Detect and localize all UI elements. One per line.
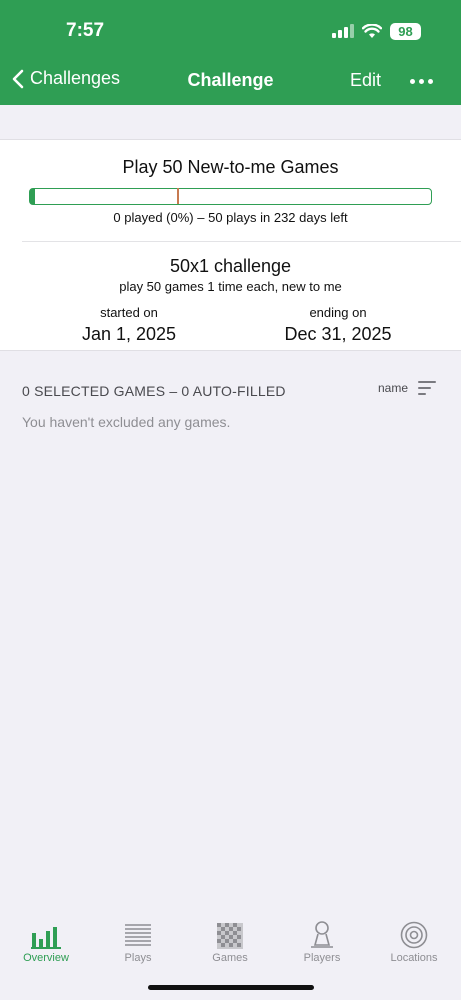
tab-plays[interactable]: Plays xyxy=(98,917,178,964)
progress-target-marker xyxy=(177,188,179,204)
status-icons: 98 xyxy=(332,22,421,40)
start-date-label: started on xyxy=(100,305,158,320)
back-button[interactable]: Challenges xyxy=(12,68,120,89)
page-title: Challenge xyxy=(187,70,274,90)
tab-label: Games xyxy=(212,952,248,964)
challenge-card: Play 50 New-to-me Games 0 played (0%) – … xyxy=(0,139,461,351)
end-date-label: ending on xyxy=(309,305,367,320)
home-indicator xyxy=(148,985,314,990)
sort-button[interactable]: name xyxy=(378,381,437,395)
wifi-icon xyxy=(362,23,382,38)
more-dot-icon xyxy=(428,79,433,84)
battery-indicator: 98 xyxy=(390,22,421,40)
tab-locations[interactable]: Locations xyxy=(374,917,454,964)
divider xyxy=(22,241,461,242)
challenge-description: play 50 games 1 time each, new to me xyxy=(119,279,342,294)
navigation-header: 7:57 98 Challenges Challenge Edit xyxy=(0,0,461,105)
start-date-value: Jan 1, 2025 xyxy=(81,324,177,344)
sort-label: name xyxy=(378,381,409,395)
tab-players[interactable]: Players xyxy=(282,917,362,964)
pawn-icon xyxy=(311,921,333,948)
edit-button[interactable]: Edit xyxy=(350,70,381,91)
more-options-button[interactable] xyxy=(410,79,433,84)
back-button-label: Challenges xyxy=(30,68,121,88)
tab-label: Plays xyxy=(124,952,152,964)
start-date-block: started on Jan 1, 2025 xyxy=(29,305,229,345)
tab-games[interactable]: Games xyxy=(190,917,270,964)
tab-overview[interactable]: Overview xyxy=(6,917,86,964)
challenge-subtitle: 50x1 challenge xyxy=(169,256,292,276)
status-time: 7:57 xyxy=(66,20,105,41)
cellular-signal-icon xyxy=(332,24,354,38)
list-icon xyxy=(125,924,151,946)
empty-games-message: You haven't excluded any games. xyxy=(22,414,231,430)
tab-label: Locations xyxy=(390,952,438,964)
tab-label: Overview xyxy=(23,952,69,964)
end-date-block: ending on Dec 31, 2025 xyxy=(238,305,438,345)
more-dot-icon xyxy=(410,79,415,84)
selected-games-header: 0 SELECTED GAMES – 0 AUTO-FILLED xyxy=(22,383,286,399)
more-dot-icon xyxy=(419,79,424,84)
end-date-value: Dec 31, 2025 xyxy=(284,324,392,344)
chevron-left-icon xyxy=(12,69,24,88)
tab-label: Players xyxy=(303,952,341,964)
progress-fill xyxy=(30,189,35,204)
bar-chart-icon xyxy=(31,927,61,949)
progress-bar xyxy=(29,188,432,205)
sort-icon xyxy=(418,381,437,395)
checkerboard-icon xyxy=(217,923,243,949)
target-icon xyxy=(400,921,428,949)
progress-text: 0 played (0%) – 50 plays in 232 days lef… xyxy=(113,210,348,225)
challenge-title: Play 50 New-to-me Games xyxy=(122,157,339,177)
